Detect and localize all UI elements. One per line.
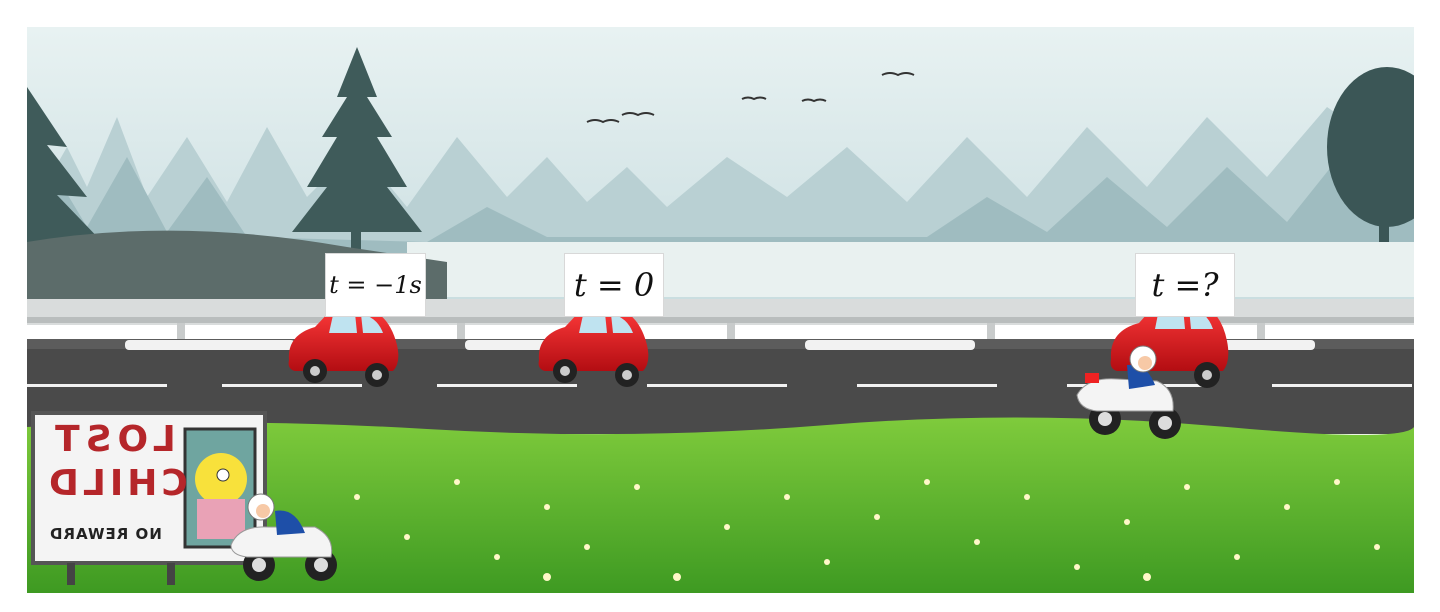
sign-line-3: NO REWARD bbox=[49, 525, 162, 543]
time-label-zero: t = 0 bbox=[564, 253, 664, 317]
time-label-unknown: t =? bbox=[1135, 253, 1235, 317]
scene: LOST CHILD NO REWARD t = −1s t = 0 t =? bbox=[27, 27, 1414, 593]
sign-line-2: CHILD bbox=[45, 463, 188, 504]
sign-line-1: LOST bbox=[49, 419, 176, 460]
lake bbox=[407, 242, 1414, 297]
time-label-minus-1s: t = −1s bbox=[325, 253, 426, 317]
